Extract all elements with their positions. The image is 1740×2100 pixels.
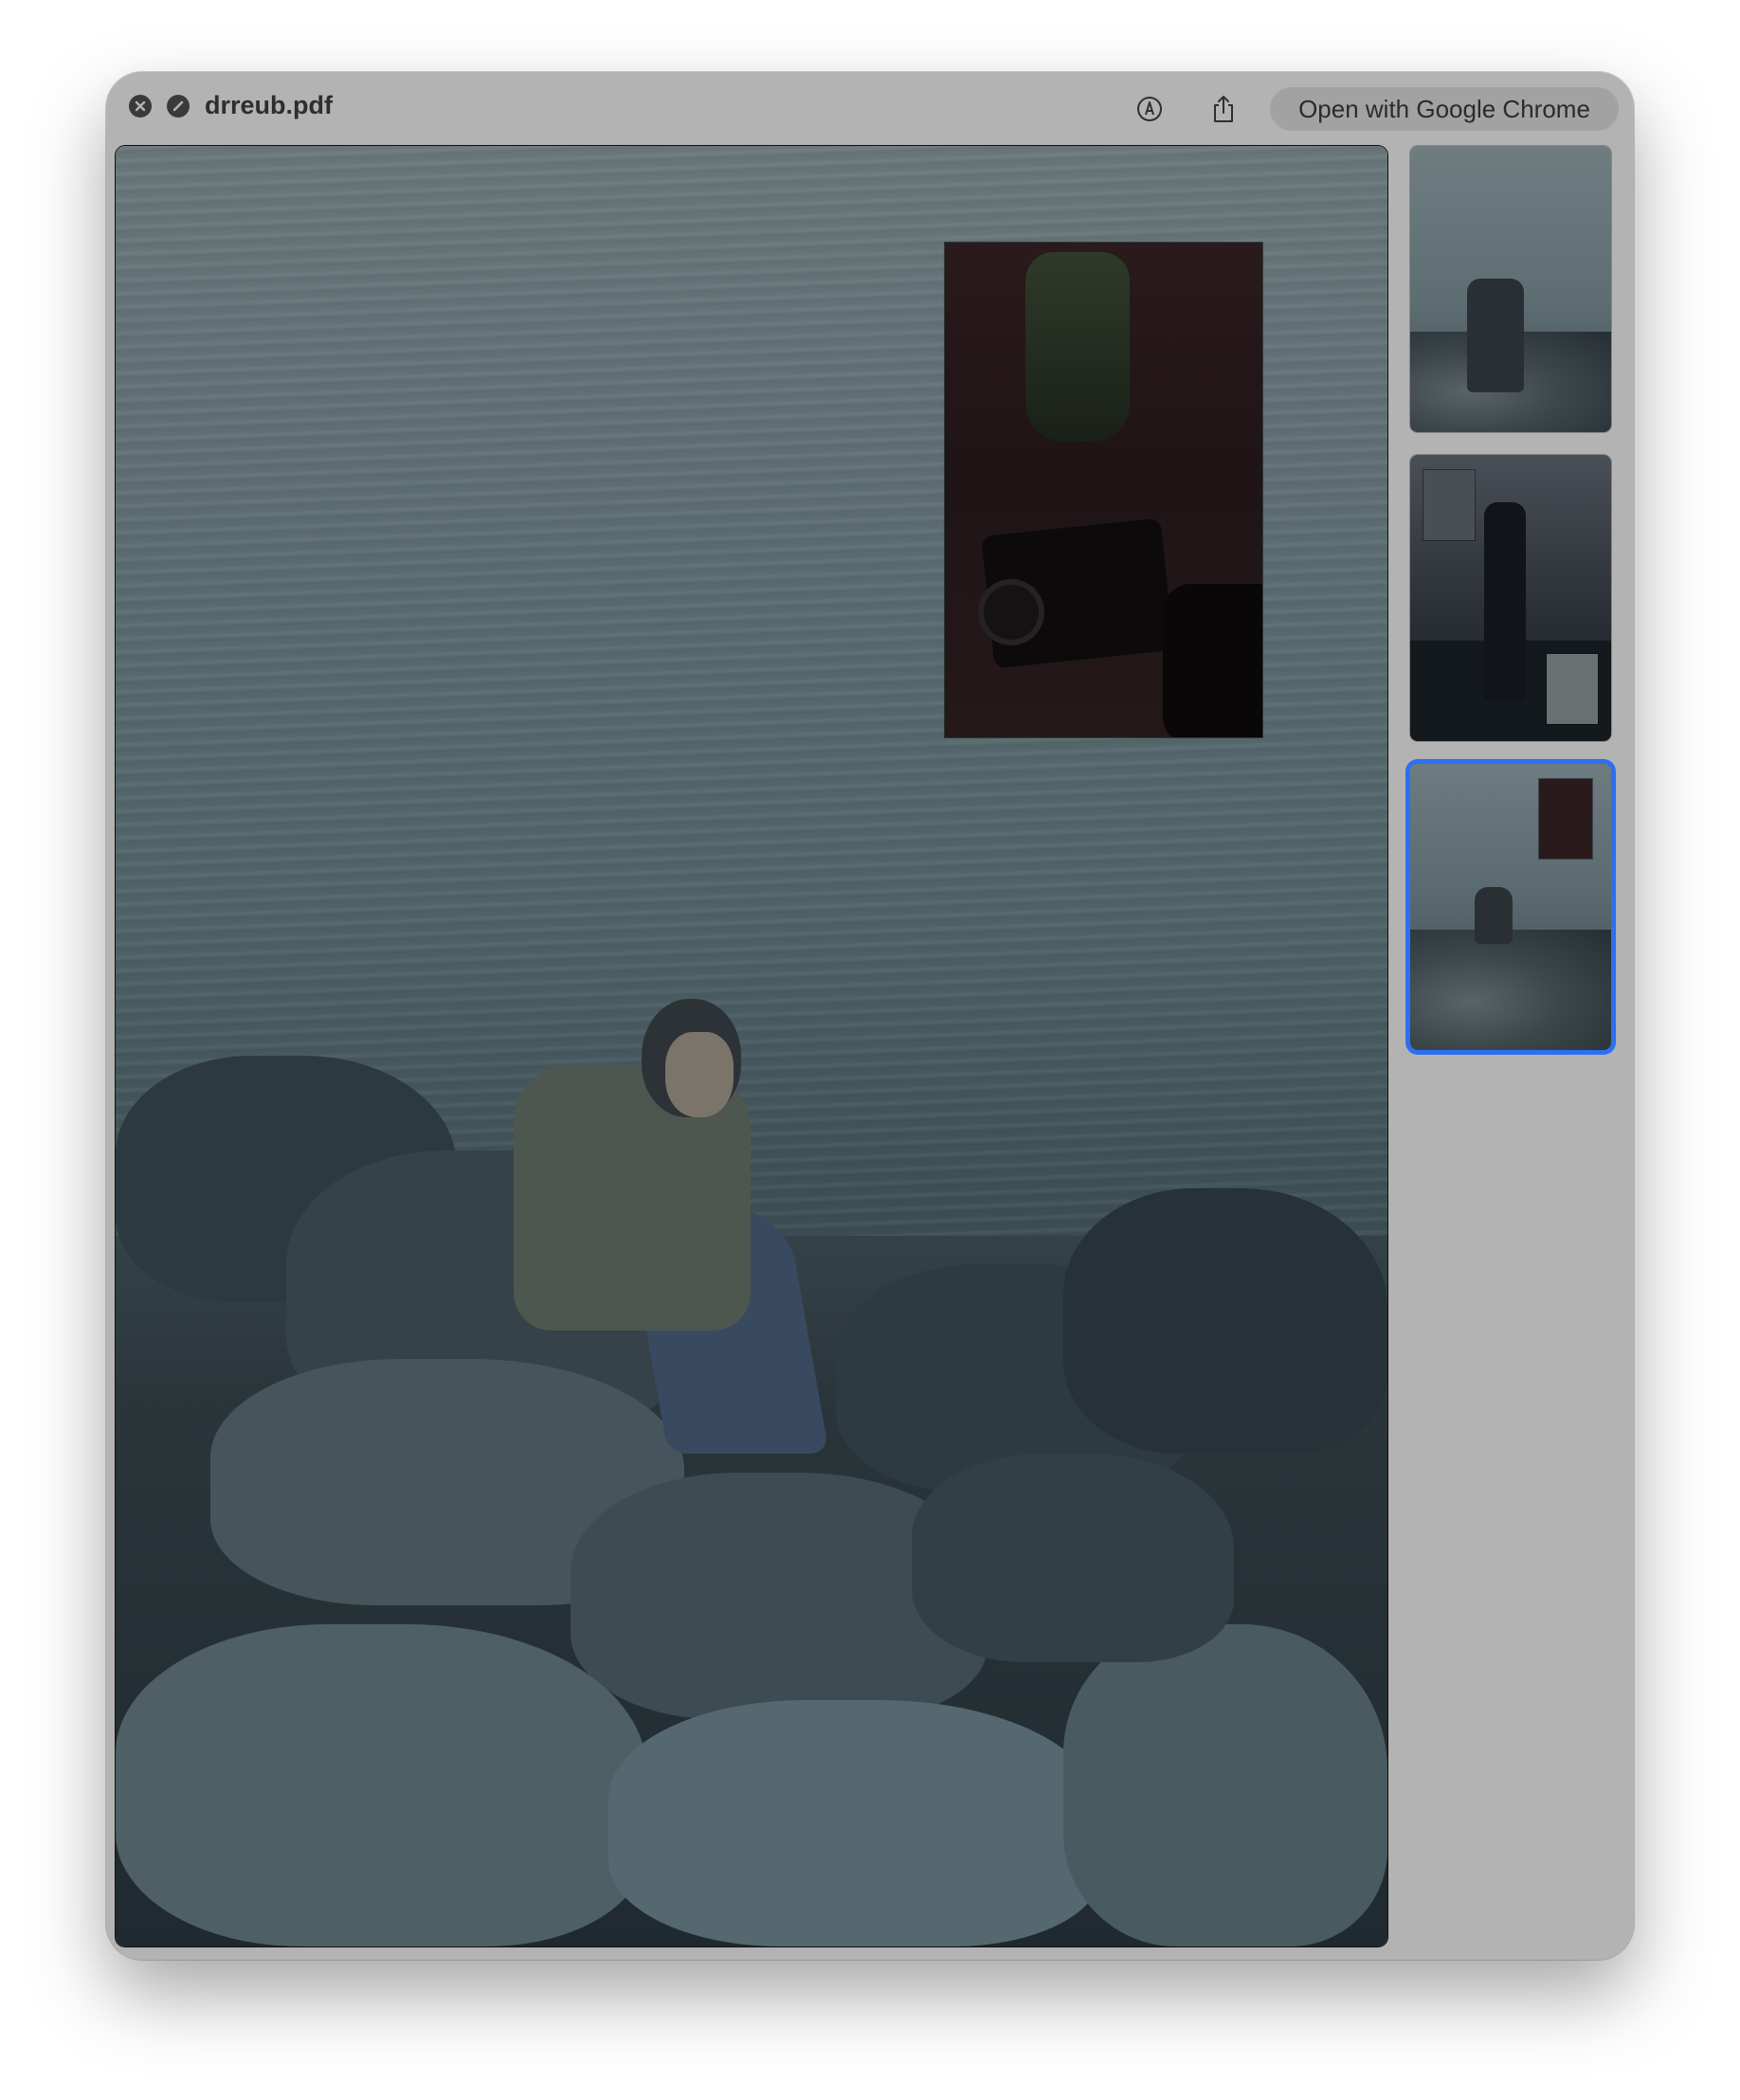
share-icon — [1214, 96, 1233, 122]
thumbnail-inset — [1423, 470, 1475, 540]
quicklook-window: drreub.pdf Open with Google Chrome — [106, 72, 1634, 1960]
thumbnail-inset — [1539, 779, 1592, 859]
flower-vase — [1025, 252, 1130, 442]
camera-bag — [1163, 584, 1262, 737]
window-title: drreub.pdf — [205, 91, 333, 119]
thumbnail-person — [1484, 502, 1526, 701]
markup-button[interactable] — [1133, 93, 1166, 125]
blocked-icon — [172, 100, 184, 112]
thumbnail-person — [1467, 279, 1524, 392]
rock — [116, 1624, 646, 1946]
share-button[interactable] — [1207, 93, 1240, 125]
close-icon — [135, 100, 146, 112]
rock — [1063, 1624, 1387, 1946]
page-thumbnail-1[interactable] — [1410, 146, 1611, 432]
thumbnail-rocks — [1410, 930, 1611, 1050]
page-preview[interactable] — [116, 146, 1387, 1946]
rock — [1063, 1188, 1387, 1454]
rock — [608, 1700, 1101, 1946]
person-face — [665, 1032, 734, 1117]
blocked-button[interactable] — [167, 95, 190, 118]
close-button[interactable] — [129, 95, 152, 118]
thumbnail-person — [1475, 887, 1513, 944]
page-thumbnail-2[interactable] — [1410, 455, 1611, 741]
thumbnail-inset — [1547, 654, 1598, 724]
rock — [912, 1454, 1234, 1662]
camera-lens — [978, 579, 1044, 645]
titlebar: drreub.pdf Open with Google Chrome — [106, 72, 1634, 144]
markup-icon — [1137, 97, 1162, 121]
page-thumbnail-3-selected[interactable] — [1410, 764, 1611, 1050]
inset-photo — [945, 243, 1262, 737]
open-with-chrome-button[interactable]: Open with Google Chrome — [1270, 87, 1619, 131]
